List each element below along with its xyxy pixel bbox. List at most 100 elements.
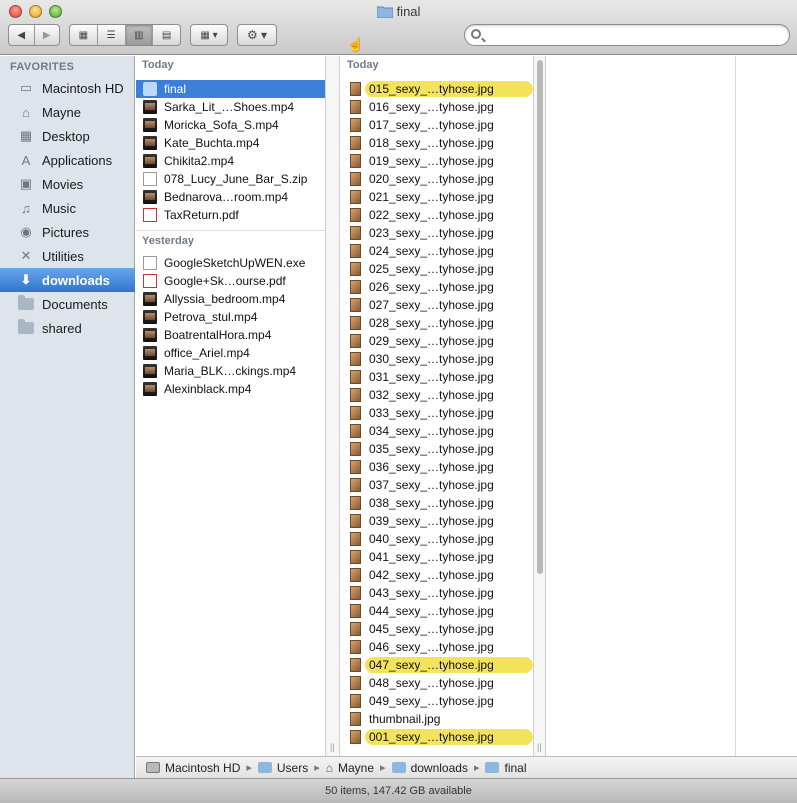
file-row[interactable]: thumbnail.jpg	[341, 710, 533, 728]
file-row[interactable]: Petrova_stul.mp4	[136, 308, 325, 326]
file-row[interactable]: 032_sexy_…tyhose.jpg	[341, 386, 533, 404]
file-row[interactable]: 026_sexy_…tyhose.jpg	[341, 278, 533, 296]
utilities-icon: ✕	[20, 248, 32, 263]
file-row[interactable]: 048_sexy_…tyhose.jpg	[341, 674, 533, 692]
view-coverflow-button[interactable]: ▤	[153, 25, 180, 45]
file-row[interactable]: 046_sexy_…tyhose.jpg	[341, 638, 533, 656]
view-icons-button[interactable]: ▦	[70, 25, 98, 45]
image-file-icon	[350, 298, 361, 312]
file-row[interactable]: 078_Lucy_June_Bar_S.zip	[136, 170, 325, 188]
file-row[interactable]: 001_sexy_…tyhose.jpg	[341, 728, 533, 746]
sidebar-item-pictures[interactable]: ◉ Pictures	[0, 220, 135, 244]
sidebar-item-shared[interactable]: shared	[0, 316, 135, 340]
file-row[interactable]: 021_sexy_…tyhose.jpg	[341, 188, 533, 206]
vertical-scrollbar[interactable]	[537, 60, 543, 574]
sidebar-item-music[interactable]: ♫ Music	[0, 196, 135, 220]
file-row[interactable]: 034_sexy_…tyhose.jpg	[341, 422, 533, 440]
file-row[interactable]: Sarka_Lit_…Shoes.mp4	[136, 98, 325, 116]
image-file-icon	[350, 244, 361, 258]
file-row[interactable]: 024_sexy_…tyhose.jpg	[341, 242, 533, 260]
file-row[interactable]: 019_sexy_…tyhose.jpg	[341, 152, 533, 170]
file-row[interactable]: Allyssia_bedroom.mp4	[136, 290, 325, 308]
file-row[interactable]: 017_sexy_…tyhose.jpg	[341, 116, 533, 134]
file-row[interactable]: 047_sexy_…tyhose.jpg	[341, 656, 533, 674]
sidebar-item-documents[interactable]: Documents	[0, 292, 135, 316]
file-row[interactable]: 042_sexy_…tyhose.jpg	[341, 566, 533, 584]
file-row[interactable]: 027_sexy_…tyhose.jpg	[341, 296, 533, 314]
file-row[interactable]: GoogleSketchUpWEN.exe	[136, 254, 325, 272]
file-name: 019_sexy_…tyhose.jpg	[369, 154, 494, 168]
file-row[interactable]: Kate_Buchta.mp4	[136, 134, 325, 152]
path-crumb-macintosh-hd[interactable]: Macintosh HD	[146, 761, 240, 775]
file-row[interactable]: Google+Sk…ourse.pdf	[136, 272, 325, 290]
file-row[interactable]: 020_sexy_…tyhose.jpg	[341, 170, 533, 188]
file-row[interactable]: 031_sexy_…tyhose.jpg	[341, 368, 533, 386]
file-row[interactable]: 015_sexy_…tyhose.jpg	[341, 80, 533, 98]
sidebar-item-applications[interactable]: A Applications	[0, 148, 135, 172]
view-list-button[interactable]: ☰	[98, 25, 126, 45]
image-file-icon	[350, 316, 361, 330]
file-row[interactable]: 038_sexy_…tyhose.jpg	[341, 494, 533, 512]
sidebar-item-label: Music	[42, 200, 76, 216]
image-file-icon	[350, 370, 361, 384]
column-resize-handle[interactable]: ||	[326, 56, 340, 756]
sidebar-item-label: Movies	[42, 176, 84, 192]
file-row[interactable]: 018_sexy_…tyhose.jpg	[341, 134, 533, 152]
action-menu-button[interactable]: ⚙ ▾	[237, 24, 277, 46]
file-row[interactable]: 049_sexy_…tyhose.jpg	[341, 692, 533, 710]
file-row[interactable]: 043_sexy_…tyhose.jpg	[341, 584, 533, 602]
file-row[interactable]: 039_sexy_…tyhose.jpg	[341, 512, 533, 530]
sidebar-item-desktop[interactable]: ▦ Desktop	[0, 124, 135, 148]
file-row[interactable]: 023_sexy_…tyhose.jpg	[341, 224, 533, 242]
path-bar: Macintosh HD ▸ Users ▸ ⌂ Mayne ▸ downloads ▸ fina…	[136, 756, 797, 778]
search-input[interactable]	[464, 24, 790, 46]
file-row[interactable]: 037_sexy_…tyhose.jpg	[341, 476, 533, 494]
sidebar-item-utilities[interactable]: ✕ Utilities	[0, 244, 135, 268]
downloads-folder-icon	[391, 762, 406, 773]
path-crumb-downloads[interactable]: downloads	[391, 761, 468, 775]
forward-button[interactable]: ▶	[35, 25, 60, 45]
sidebar-item-movies[interactable]: ▣ Movies	[0, 172, 135, 196]
file-row[interactable]: office_Ariel.mp4	[136, 344, 325, 362]
file-row[interactable]: 029_sexy_…tyhose.jpg	[341, 332, 533, 350]
sidebar-item-mayne[interactable]: ⌂ Mayne	[0, 100, 135, 124]
image-file-icon	[350, 712, 361, 726]
image-file-icon	[350, 694, 361, 708]
file-row[interactable]: 028_sexy_…tyhose.jpg	[341, 314, 533, 332]
file-row[interactable]: Bednarova…room.mp4	[136, 188, 325, 206]
file-row[interactable]: 030_sexy_…tyhose.jpg	[341, 350, 533, 368]
back-button[interactable]: ◀	[9, 25, 35, 45]
image-file-icon	[350, 640, 361, 654]
file-row[interactable]: 016_sexy_…tyhose.jpg	[341, 98, 533, 116]
file-row[interactable]: Alexinblack.mp4	[136, 380, 325, 398]
arrange-menu-button[interactable]: ▦ ▾	[190, 24, 228, 46]
image-file-icon	[350, 226, 361, 240]
file-row[interactable]: 036_sexy_…tyhose.jpg	[341, 458, 533, 476]
harddisk-icon: ▭	[19, 80, 33, 95]
file-row[interactable]: 035_sexy_…tyhose.jpg	[341, 440, 533, 458]
file-row[interactable]: 045_sexy_…tyhose.jpg	[341, 620, 533, 638]
path-crumb-final[interactable]: final	[485, 761, 527, 775]
file-row[interactable]: 025_sexy_…tyhose.jpg	[341, 260, 533, 278]
file-row[interactable]: 041_sexy_…tyhose.jpg	[341, 548, 533, 566]
file-row[interactable]: final	[136, 80, 325, 98]
file-row[interactable]: 022_sexy_…tyhose.jpg	[341, 206, 533, 224]
path-crumb-mayne[interactable]: ⌂ Mayne	[326, 761, 374, 775]
file-name: Sarka_Lit_…Shoes.mp4	[164, 100, 295, 114]
sidebar-item-downloads[interactable]: ⬇ downloads	[0, 268, 135, 292]
image-file-icon	[350, 82, 361, 96]
file-row[interactable]: Moricka_Sofa_S.mp4	[136, 116, 325, 134]
file-row[interactable]: 040_sexy_…tyhose.jpg	[341, 530, 533, 548]
file-row[interactable]: Maria_BLK…ckings.mp4	[136, 362, 325, 380]
file-row[interactable]: TaxReturn.pdf	[136, 206, 325, 224]
sidebar-item-macintosh-hd[interactable]: ▭ Macintosh HD	[0, 76, 135, 100]
file-row[interactable]: 044_sexy_…tyhose.jpg	[341, 602, 533, 620]
image-file-icon	[350, 496, 361, 510]
file-row[interactable]: 033_sexy_…tyhose.jpg	[341, 404, 533, 422]
sidebar-item-label: Pictures	[42, 224, 89, 240]
file-row[interactable]: BoatrentalHora.mp4	[136, 326, 325, 344]
path-crumb-users[interactable]: Users	[257, 761, 308, 775]
file-name: Allyssia_bedroom.mp4	[164, 292, 286, 306]
file-row[interactable]: Chikita2.mp4	[136, 152, 325, 170]
view-columns-button[interactable]: ▥	[125, 25, 154, 45]
